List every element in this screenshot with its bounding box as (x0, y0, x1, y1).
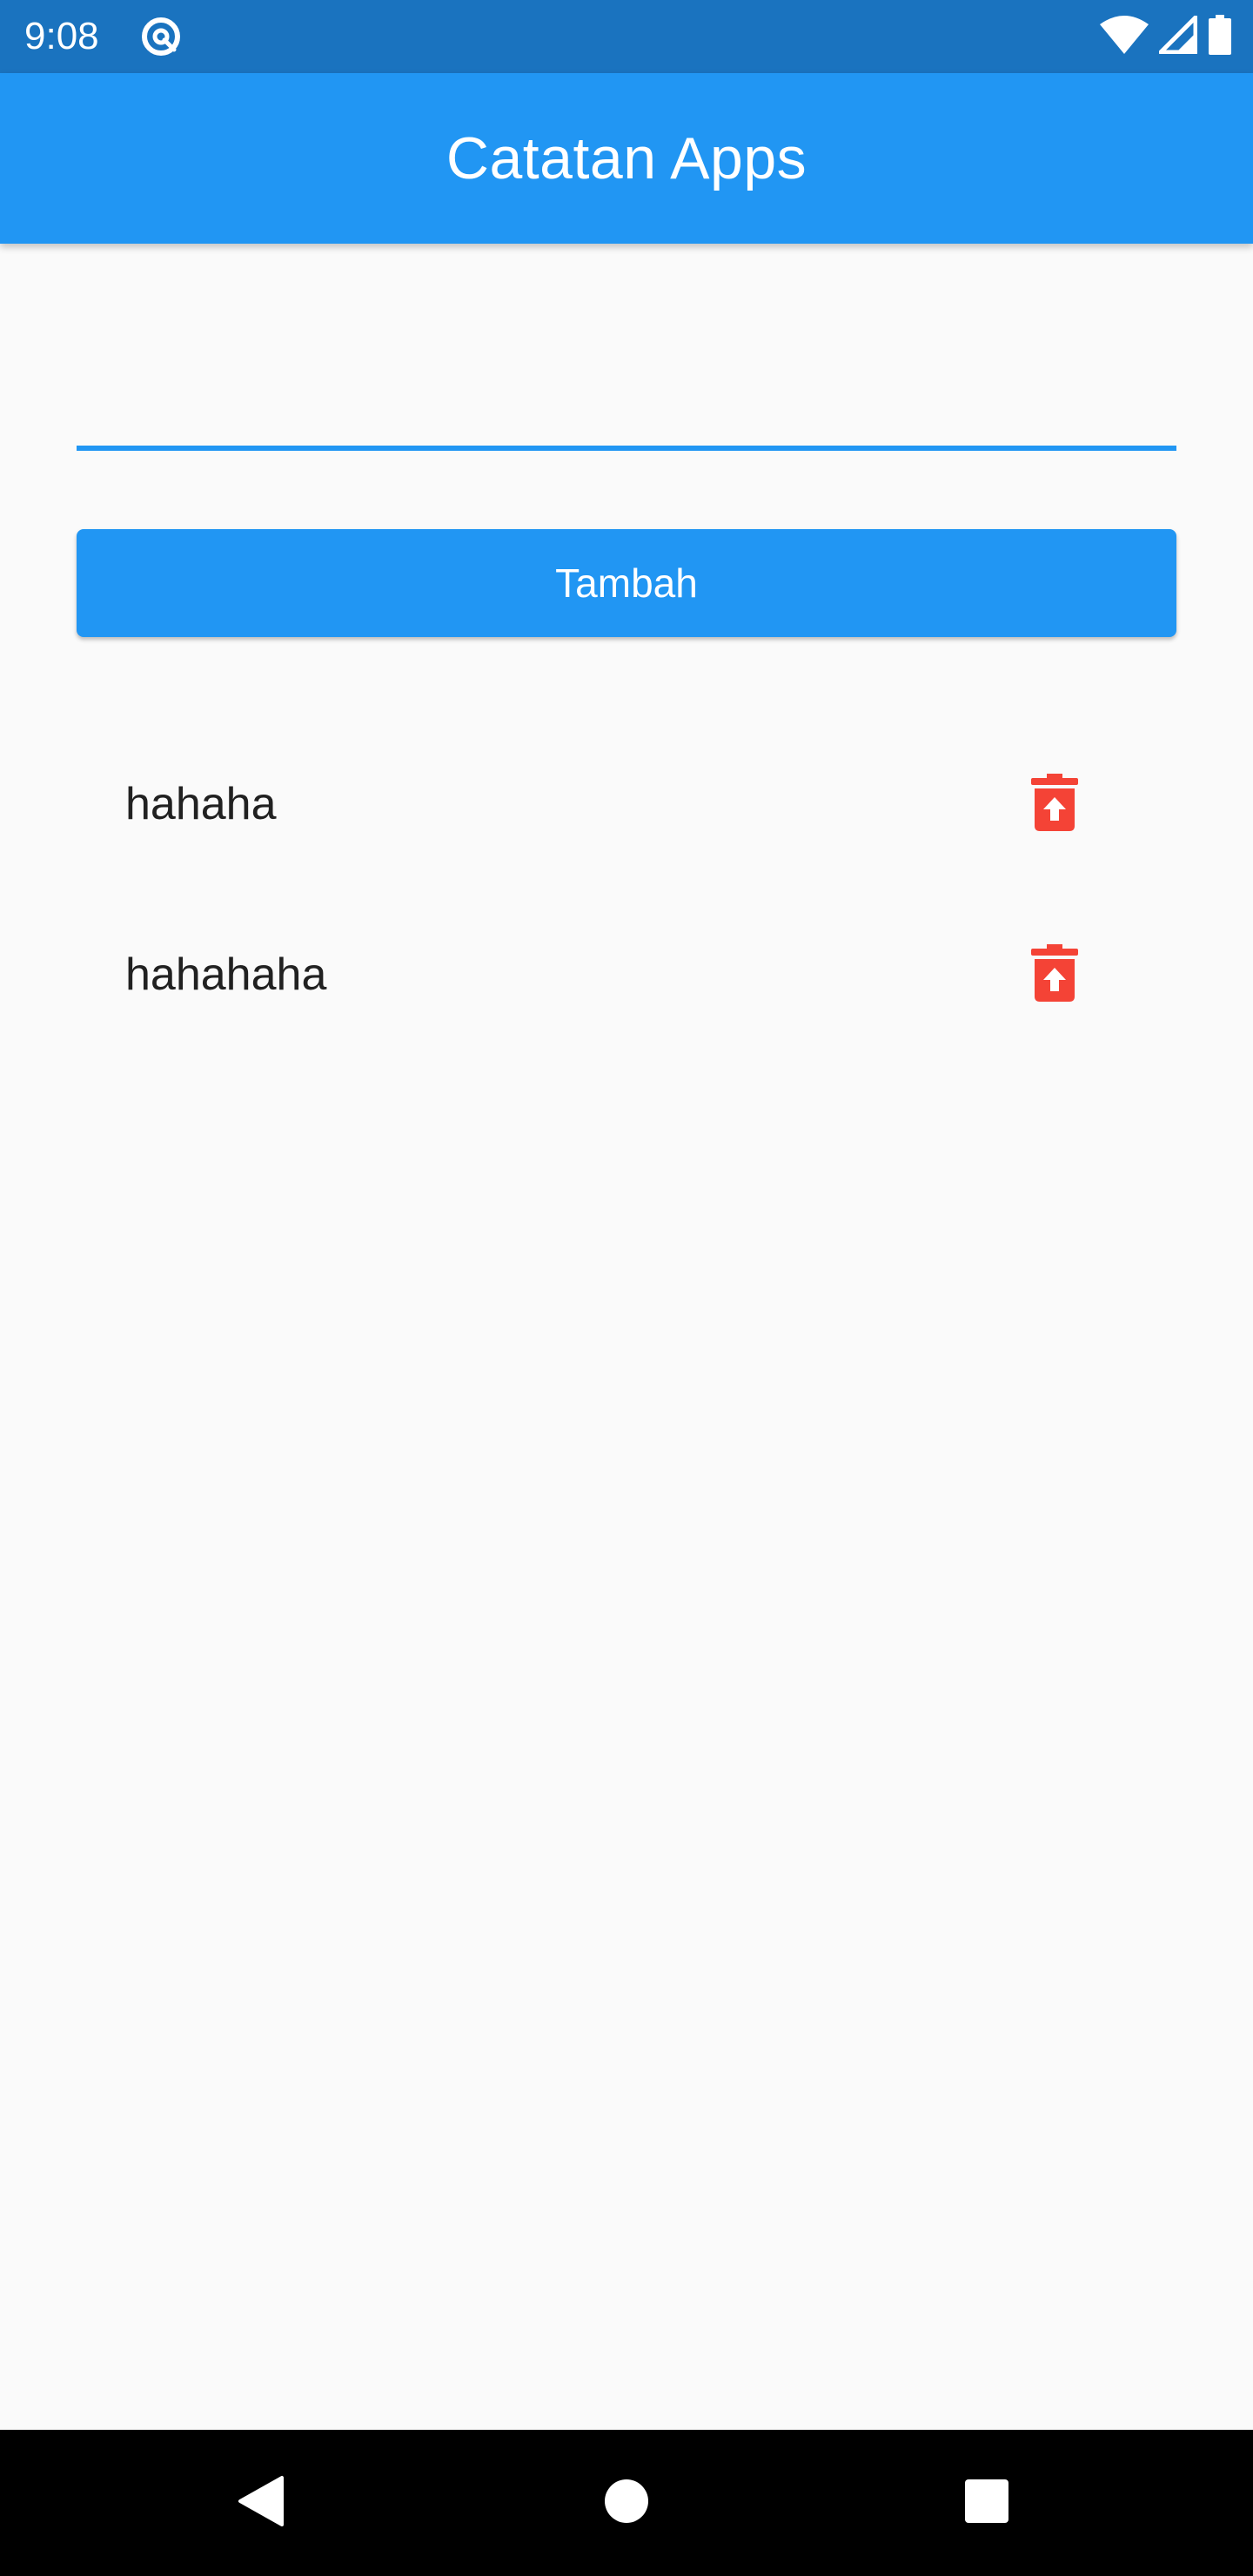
status-bar: 9:08 (0, 0, 1253, 73)
delete-note-button[interactable] (1011, 754, 1098, 855)
status-time: 9:08 (24, 15, 99, 57)
recents-button[interactable] (943, 2459, 1030, 2546)
page-title: Catatan Apps (446, 125, 807, 191)
list-item: hahaha (0, 719, 1253, 889)
status-icons (1100, 14, 1232, 59)
delete-note-button[interactable] (1011, 924, 1098, 1025)
home-icon (604, 2479, 649, 2528)
trash-icon (1031, 773, 1078, 835)
navigation-bar (0, 2430, 1253, 2576)
note-input[interactable] (77, 348, 1176, 435)
at-sign-icon (139, 15, 183, 58)
note-text: hahahaha (125, 949, 327, 1000)
list-item: hahahaha (0, 889, 1253, 1060)
cellular-signal-icon (1158, 15, 1198, 58)
note-input-underline (77, 446, 1176, 451)
note-input-container (77, 313, 1176, 453)
battery-icon (1208, 14, 1232, 59)
trash-icon (1031, 943, 1078, 1006)
note-list: hahaha hahahaha (0, 719, 1253, 1060)
add-note-button-label: Tambah (555, 560, 698, 606)
wifi-icon (1100, 15, 1149, 58)
back-icon (237, 2474, 285, 2532)
add-note-button[interactable]: Tambah (77, 529, 1176, 637)
note-text: hahaha (125, 779, 277, 829)
recents-icon (964, 2479, 1009, 2528)
back-button[interactable] (218, 2459, 305, 2546)
home-button[interactable] (583, 2459, 670, 2546)
app-bar: Catatan Apps (0, 73, 1253, 244)
